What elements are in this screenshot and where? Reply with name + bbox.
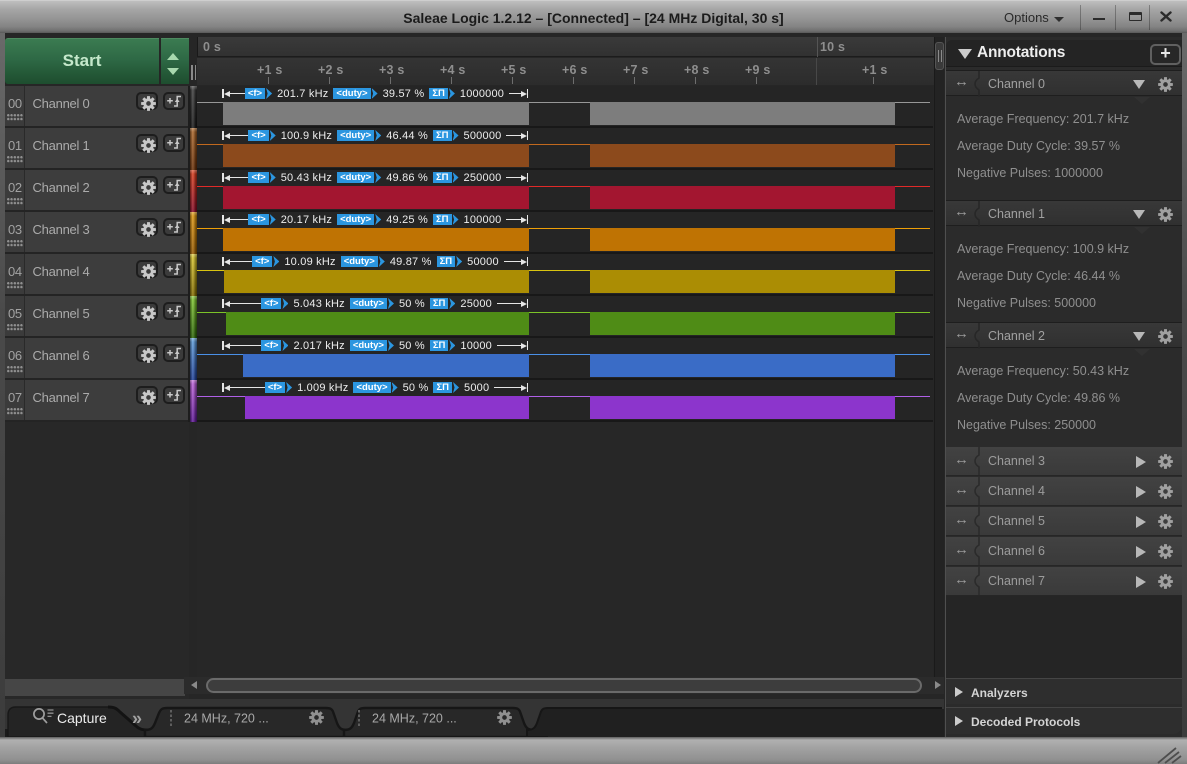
svg-text:24 MHz, 720 ...: 24 MHz, 720 ... bbox=[184, 712, 269, 726]
svg-text:Capture: Capture bbox=[57, 710, 107, 726]
svg-text:24 MHz, 720 ...: 24 MHz, 720 ... bbox=[372, 712, 457, 726]
svg-text:»: » bbox=[132, 709, 142, 729]
